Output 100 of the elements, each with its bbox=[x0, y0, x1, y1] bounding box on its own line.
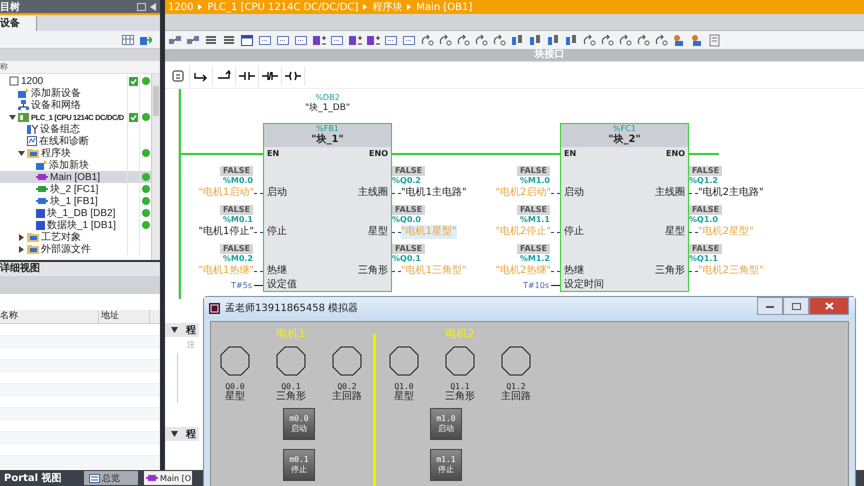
export-icon[interactable] bbox=[140, 34, 152, 44]
contact-icon[interactable] bbox=[236, 66, 259, 86]
network-header[interactable]: 程 bbox=[165, 427, 199, 441]
comment-icon[interactable] bbox=[330, 34, 344, 46]
arrow-icon[interactable] bbox=[618, 34, 632, 46]
tree-item[interactable]: Main [OB1] bbox=[0, 171, 151, 183]
expanded-arrow-icon[interactable] bbox=[18, 150, 25, 156]
push-button[interactable]: m1.0 启动 bbox=[430, 408, 462, 440]
arrow-icon[interactable] bbox=[474, 34, 488, 46]
list-icon[interactable] bbox=[204, 34, 218, 46]
tree-item[interactable]: 程序块 bbox=[0, 147, 151, 159]
lamp-address: Q0.2 bbox=[337, 382, 357, 391]
triangle-left-icon[interactable] bbox=[150, 2, 156, 10]
page-icon bbox=[9, 76, 19, 86]
taskbar-tab[interactable]: Main [O bbox=[144, 471, 192, 485]
comment-icon[interactable] bbox=[402, 34, 416, 46]
status-dot bbox=[142, 77, 150, 85]
pin-label: 主线圈 bbox=[358, 186, 389, 200]
chevron-right-icon bbox=[407, 4, 412, 10]
network-header[interactable]: 程 bbox=[165, 323, 199, 337]
plus-minus-icon[interactable] bbox=[312, 34, 326, 46]
function-block[interactable]: %FB1 "块_1" EN ENO 启动 停止 热继 主线圈 星型 三角形 设定值 bbox=[263, 123, 392, 292]
window-icon[interactable] bbox=[240, 34, 254, 46]
connector-line bbox=[551, 270, 560, 272]
push-button[interactable]: m1.1 停止 bbox=[430, 449, 462, 481]
pin-label: 启动 bbox=[563, 186, 585, 200]
connector-line bbox=[689, 192, 698, 194]
tree-item[interactable]: 块_1_DB [DB2] bbox=[0, 207, 151, 219]
expanded-arrow-icon[interactable] bbox=[171, 431, 178, 437]
close-icon bbox=[824, 302, 834, 310]
negated-contact-icon[interactable] bbox=[259, 66, 282, 86]
devices-tab[interactable]: 设备 bbox=[0, 16, 37, 31]
chevron-right-icon bbox=[198, 4, 202, 10]
operand-address: %M0.2 bbox=[222, 254, 253, 264]
folder-icon bbox=[27, 148, 39, 158]
minimize-icon bbox=[766, 304, 774, 308]
tree-item[interactable]: 数据块_1 [DB1] bbox=[0, 219, 151, 231]
minimize-button[interactable] bbox=[757, 297, 783, 315]
document-icon[interactable] bbox=[708, 34, 722, 46]
column-header[interactable]: 地址 bbox=[99, 310, 150, 323]
network-icon[interactable] bbox=[168, 34, 182, 46]
collapsed-arrow-icon[interactable] bbox=[18, 246, 25, 252]
arrow-icon[interactable] bbox=[636, 34, 650, 46]
push-button[interactable]: m0.0 启动 bbox=[283, 408, 315, 440]
connector-line bbox=[392, 192, 401, 194]
pin-label: 热继 bbox=[266, 264, 288, 278]
maximize-button[interactable] bbox=[783, 297, 809, 315]
collapsed-arrow-icon[interactable] bbox=[18, 234, 25, 240]
tag-name[interactable]: "电机2主电路" bbox=[698, 186, 764, 200]
lamp-label: 三角形 bbox=[445, 391, 475, 402]
pin-label: 设定值 bbox=[266, 278, 298, 291]
tag-name[interactable]: "电机1停止" bbox=[198, 225, 254, 239]
group-title: 电机2 bbox=[446, 326, 474, 341]
comment-icon[interactable] bbox=[276, 34, 290, 46]
arrow-icon[interactable] bbox=[420, 34, 434, 46]
arrow-icon[interactable] bbox=[600, 34, 614, 46]
arrow-icon[interactable] bbox=[456, 34, 470, 46]
power-flow-line bbox=[689, 153, 719, 155]
arrow-icon[interactable] bbox=[654, 34, 668, 46]
instance-db-address: %DB2 bbox=[314, 93, 341, 102]
network-icon[interactable] bbox=[186, 34, 200, 46]
constant-value[interactable]: T#5s bbox=[231, 280, 252, 290]
tag-name[interactable]: "电机1主电路" bbox=[401, 186, 467, 200]
arrow-icon[interactable] bbox=[438, 34, 452, 46]
portal-view-button[interactable]: Portal 视图 bbox=[0, 471, 78, 485]
status-dot bbox=[142, 149, 150, 157]
pin-label: 主线圈 bbox=[655, 186, 686, 200]
panel-title: 详细视图 bbox=[0, 263, 40, 274]
plus-minus-icon[interactable] bbox=[348, 34, 362, 46]
function-block[interactable]: %FC1 "块_2" EN ENO 启动 停止 热继 主线圈 星型 三角形 设定时间 bbox=[560, 123, 689, 292]
column-header[interactable]: 名称 bbox=[0, 310, 99, 323]
taskbar-tab[interactable]: 总览 bbox=[84, 471, 138, 485]
pin-label: 停止 bbox=[563, 225, 585, 239]
tree-item[interactable]: 外部源文件 bbox=[0, 243, 151, 255]
grid-icon[interactable] bbox=[122, 34, 134, 44]
network-icon bbox=[18, 100, 29, 110]
operand-address: %Q0.0 bbox=[392, 215, 421, 225]
constant-value[interactable]: T#10s bbox=[523, 280, 549, 290]
scrollbar[interactable] bbox=[151, 74, 160, 260]
tree-item[interactable]: 1200 bbox=[0, 75, 151, 87]
coil-icon[interactable] bbox=[282, 66, 305, 86]
tree-item[interactable]: 块_1 [FB1] bbox=[0, 195, 151, 207]
comment-icon[interactable] bbox=[294, 34, 308, 46]
expanded-arrow-icon[interactable] bbox=[171, 327, 178, 333]
comment-icon[interactable] bbox=[384, 34, 398, 46]
list-icon[interactable] bbox=[222, 34, 236, 46]
expanded-arrow-icon[interactable] bbox=[9, 114, 16, 120]
comment-icon[interactable] bbox=[258, 34, 272, 46]
window-title: 孟老师13911865458 模拟器 bbox=[225, 302, 360, 315]
tree-item[interactable]: 在线和诊断 bbox=[0, 135, 151, 147]
arrow-icon[interactable] bbox=[582, 34, 596, 46]
push-button[interactable]: m0.1 停止 bbox=[283, 449, 315, 481]
connector-line bbox=[689, 270, 698, 272]
operand-address: %Q1.0 bbox=[689, 215, 718, 225]
tree-item[interactable]: 块_2 [FC1] bbox=[0, 183, 151, 195]
plus-minus-icon[interactable] bbox=[366, 34, 380, 46]
tree-item[interactable]: 工艺对象 bbox=[0, 231, 151, 243]
arrow-icon[interactable] bbox=[492, 34, 506, 46]
close-button[interactable] bbox=[809, 297, 849, 315]
block-address: %FB1 bbox=[316, 124, 339, 133]
